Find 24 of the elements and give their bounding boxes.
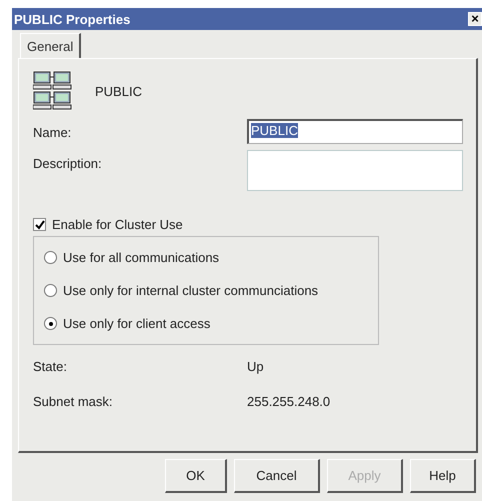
info-value: Up [247,359,264,376]
close-button[interactable]: × [468,12,482,26]
radio-button[interactable] [44,251,57,264]
network-name: PUBLIC [95,84,142,98]
description-field[interactable] [247,150,463,191]
radio-label: Use for all communications [63,250,220,265]
network-computers-icon [33,71,73,111]
radio-button[interactable] [44,317,57,330]
field-label: Name: [33,124,72,142]
radio-label: Use only for internal cluster communciations [63,283,318,298]
window-title: PUBLIC Properties [14,12,130,26]
tab[interactable]: General [20,33,82,58]
radio-button[interactable] [44,284,57,297]
radio-label: Use only for client access [63,316,210,331]
name-field[interactable]: PUBLIC [247,119,463,144]
checkbox[interactable] [33,218,46,231]
checkbox-label: Enable for Cluster Use [52,217,183,232]
info-label: State: [33,359,68,376]
dialog-button[interactable]: OK [165,459,227,493]
dialog-button[interactable]: Help [410,459,476,493]
info-label: Subnet mask: [33,394,114,411]
dialog-button[interactable]: Cancel [234,459,320,493]
field-label: Description: [33,155,103,173]
info-value: 255.255.248.0 [247,394,330,411]
